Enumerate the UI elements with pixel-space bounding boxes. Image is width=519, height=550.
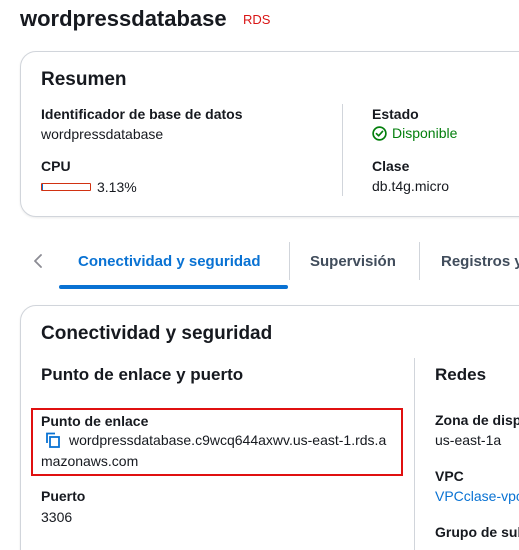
identifier-label: Identificador de base de datos	[41, 106, 243, 122]
cpu-progress-fill	[42, 184, 44, 190]
connectivity-title: Conectividad y seguridad	[41, 323, 273, 344]
port-value: 3306	[41, 509, 73, 525]
endpoint-label: Punto de enlace	[41, 413, 149, 429]
summary-divider	[342, 104, 343, 196]
identifier-value: wordpressdatabase	[41, 126, 164, 142]
active-tab-indicator	[59, 285, 288, 289]
cpu-label: CPU	[41, 158, 71, 174]
tab-logs[interactable]: Registros y	[441, 253, 519, 270]
endpoint-value-line2[interactable]: mazonaws.com	[41, 453, 138, 469]
subnet-group-label: Grupo de sub	[435, 524, 519, 540]
class-value: db.t4g.micro	[372, 178, 450, 194]
endpoint-section-title: Punto de enlace y puerto	[41, 365, 244, 384]
status-indicator: Disponible	[372, 125, 457, 141]
cpu-value: 3.13%	[97, 179, 137, 195]
tab-monitoring[interactable]: Supervisión	[310, 253, 396, 270]
status-value: Disponible	[392, 125, 458, 141]
cpu-progress-bar	[41, 183, 91, 191]
tab-connectivity-security[interactable]: Conectividad y seguridad	[78, 253, 261, 270]
tab-separator	[289, 242, 290, 280]
tab-separator	[419, 242, 420, 280]
network-section-title: Redes	[435, 365, 487, 384]
chevron-left-icon[interactable]	[30, 251, 46, 271]
availability-zone-value: us-east-1a	[435, 432, 502, 448]
class-label: Clase	[372, 158, 410, 174]
cpu-meter: 3.13%	[41, 179, 137, 195]
vpc-label: VPC	[435, 468, 464, 484]
endpoint-value-line1[interactable]: wordpressdatabase.c9wcq644axwv.us-east-1…	[69, 432, 386, 448]
availability-zone-label: Zona de disp	[435, 412, 519, 428]
vpc-link[interactable]: VPCclase-vpc	[435, 488, 519, 504]
copy-icon[interactable]	[45, 432, 61, 448]
status-label: Estado	[372, 106, 419, 122]
page-title: wordpressdatabase	[20, 6, 227, 31]
service-badge: RDS	[243, 12, 271, 27]
check-circle-icon	[372, 125, 387, 141]
page: wordpressdatabase RDS Resumen Identifica…	[0, 0, 519, 550]
summary-title: Resumen	[41, 69, 127, 90]
port-label: Puerto	[41, 488, 86, 504]
connectivity-divider	[414, 358, 415, 550]
